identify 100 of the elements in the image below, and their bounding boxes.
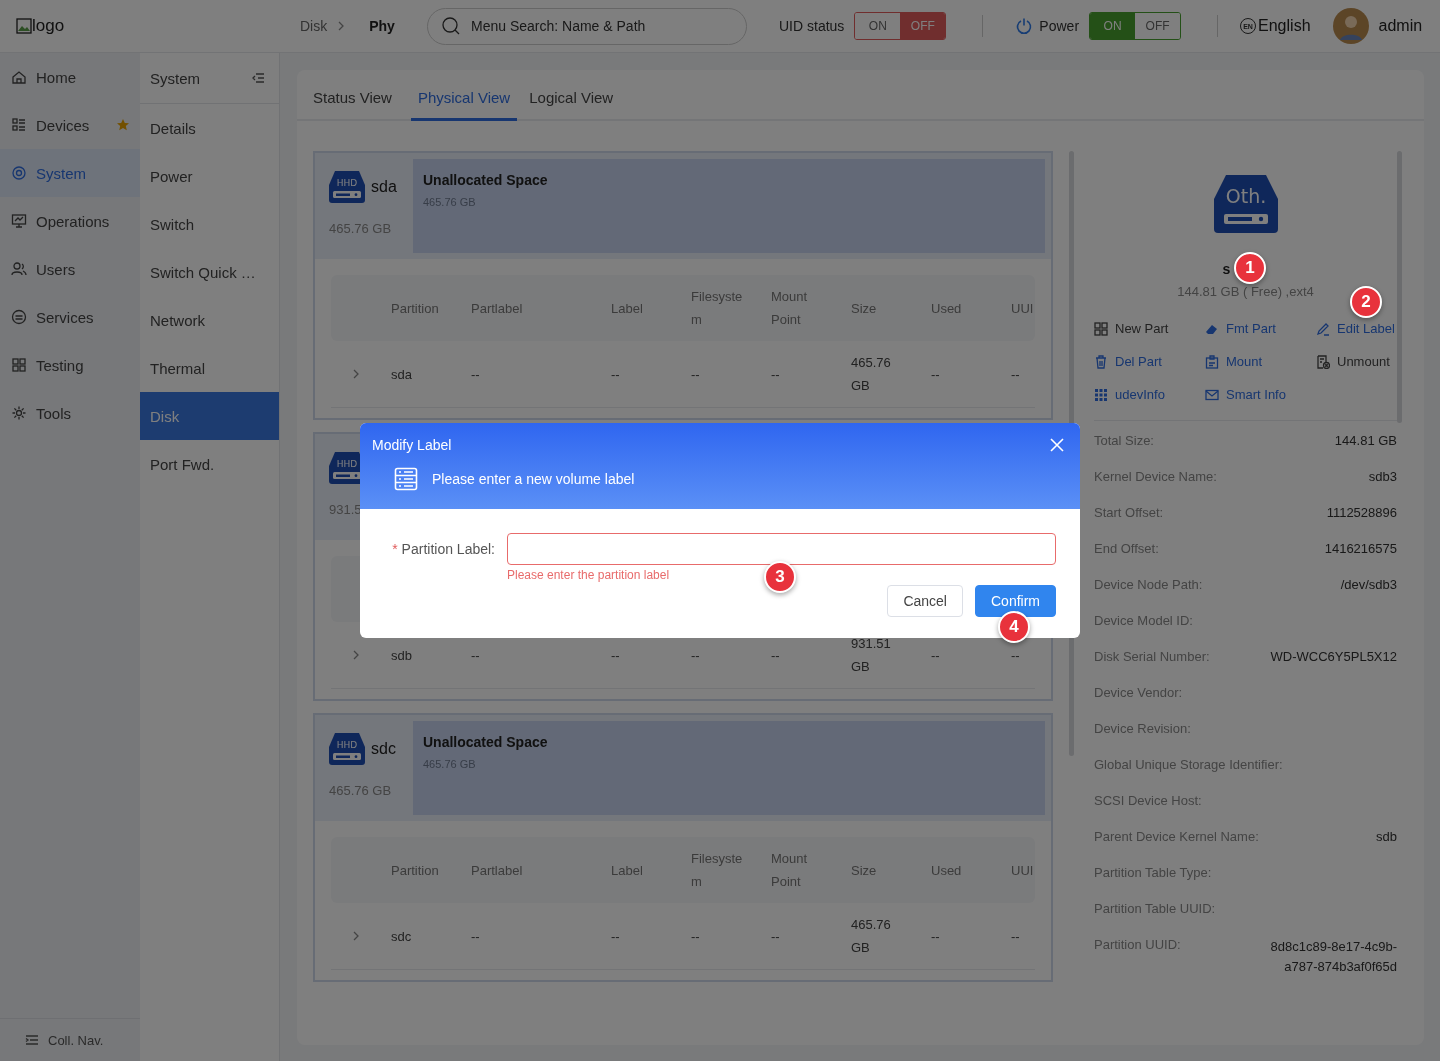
sub-nav-item[interactable]: Port Fwd. <box>140 440 279 488</box>
action-icon <box>1205 387 1219 402</box>
chevron-right-icon <box>337 20 346 32</box>
table-cell-text: 465.76 GB <box>851 916 892 957</box>
column-header: Partlabel <box>471 861 524 880</box>
field-value: sdb <box>1376 829 1397 846</box>
field-label: Kernel Device Name: <box>1094 469 1217 486</box>
power-icon <box>1015 17 1034 35</box>
action-link[interactable]: Smart Info <box>1205 387 1316 402</box>
table-cell-text: -- <box>471 365 481 384</box>
nav-icon <box>11 213 27 229</box>
nav-item[interactable]: Tools <box>0 389 140 437</box>
action-icon <box>1094 321 1108 336</box>
nav-item[interactable]: Devices <box>0 101 140 149</box>
search-field[interactable]: Menu Search: Name & Path <box>427 7 747 45</box>
drive-icon: HHD <box>329 733 365 765</box>
field-value: WD-WCC6Y5PL5X12 <box>1270 649 1397 666</box>
logo-image: logo <box>16 16 300 36</box>
sub-nav-item[interactable]: Network <box>140 296 279 344</box>
chevron-right-icon[interactable] <box>351 650 361 660</box>
field-label: SCSI Device Host: <box>1094 793 1202 810</box>
column-header: UUI <box>1011 861 1035 880</box>
chevron-right-icon[interactable] <box>351 369 361 379</box>
column-header: Partlabel <box>471 299 524 318</box>
modal-title: Modify Label <box>372 437 452 453</box>
language-selector[interactable]: English <box>1258 17 1311 35</box>
column-header: Used <box>931 861 963 880</box>
close-icon[interactable] <box>1050 438 1064 452</box>
breadcrumb-item[interactable]: Disk <box>300 18 328 34</box>
nav-item[interactable]: Users <box>0 245 140 293</box>
nav-item[interactable]: Services <box>0 293 140 341</box>
nav-icon <box>11 405 27 421</box>
table-cell-text: -- <box>1011 646 1021 665</box>
tab[interactable]: Status View <box>313 89 399 121</box>
column-header: Size <box>851 299 878 318</box>
table-cell-text: 931.51 GB <box>851 635 892 676</box>
nav-item[interactable]: Operations <box>0 197 140 245</box>
nav-icon <box>11 165 27 181</box>
nav-item[interactable]: System <box>0 149 140 197</box>
toggle-option[interactable]: OFF <box>900 13 946 39</box>
nav-item[interactable]: Testing <box>0 341 140 389</box>
tab[interactable]: Physical View <box>410 89 518 121</box>
modal-subtitle: Please enter a new volume label <box>432 471 635 487</box>
table-cell-text: -- <box>931 646 941 665</box>
segment-title: Unallocated Space <box>423 172 549 188</box>
menu-icon <box>25 1033 39 1047</box>
action-link[interactable]: Fmt Part <box>1205 321 1316 336</box>
column-header: Label <box>611 299 644 318</box>
field-value: /dev/sdb3 <box>1340 577 1397 594</box>
nav-icon <box>11 69 27 85</box>
section-title: System <box>150 69 200 87</box>
table-cell-text: -- <box>931 365 941 384</box>
field-label: Device Vendor: <box>1094 685 1183 702</box>
column-header: Label <box>611 861 644 880</box>
action-link[interactable]: Edit Label <box>1316 321 1397 336</box>
nav-item[interactable]: Home <box>0 53 140 101</box>
avatar[interactable] <box>1332 8 1369 44</box>
column-header: Mount Point <box>771 288 809 329</box>
action-link[interactable]: udevInfo <box>1094 387 1205 402</box>
partition-summary: 144.81 GB ( Free) ,ext4 <box>1177 283 1314 301</box>
nav-icon <box>11 117 27 133</box>
action-link[interactable]: Mount <box>1205 354 1316 369</box>
field-label: Partition Table Type: <box>1094 865 1212 882</box>
field-label: Partition UUID: <box>1094 937 1181 954</box>
confirm-button[interactable]: Confirm <box>975 585 1056 617</box>
tab[interactable]: Logical View <box>529 89 621 121</box>
collapse-icon[interactable] <box>251 71 265 85</box>
cancel-button[interactable]: Cancel <box>887 585 963 617</box>
disk-name: sda <box>371 178 397 196</box>
field-label: Partition Table UUID: <box>1094 901 1216 918</box>
table-cell-text: -- <box>611 646 621 665</box>
sub-nav-item[interactable]: Details <box>140 104 279 152</box>
sub-nav-item[interactable]: Switch Quick … <box>140 248 279 296</box>
action-icon <box>1205 354 1219 369</box>
drive-icon: HHD <box>329 171 365 203</box>
sub-nav-item[interactable]: Thermal <box>140 344 279 392</box>
user-name[interactable]: admin <box>1378 17 1423 35</box>
table-cell-text: sda <box>391 365 413 384</box>
disk-size: 465.76 GB <box>329 221 393 236</box>
field-value: 8d8c1c89-8e17-4c9b-a787-874b3af0f65d <box>1269 938 1397 976</box>
sub-nav-item[interactable]: Disk <box>140 392 279 440</box>
server-icon <box>394 467 418 491</box>
field-label: Device Model ID: <box>1094 613 1193 630</box>
action-link[interactable]: Del Part <box>1094 354 1205 369</box>
label-input[interactable] <box>507 533 1056 565</box>
field-label: Global Unique Storage Identifier: <box>1094 757 1283 774</box>
table-cell-text: -- <box>1011 927 1021 946</box>
nav-icon <box>11 309 27 325</box>
column-header: Used <box>931 299 963 318</box>
toggle-option[interactable]: ON <box>1090 13 1136 39</box>
column-header: Partition <box>391 299 440 318</box>
sub-nav-item[interactable]: Power <box>140 152 279 200</box>
field-value: 1112528896 <box>1326 505 1397 522</box>
nav-icon <box>11 261 27 277</box>
field-label: Device Revision: <box>1094 721 1191 738</box>
table-cell-text: sdc <box>391 927 413 946</box>
sub-nav-item[interactable]: Switch <box>140 200 279 248</box>
column-header: Partition <box>391 861 440 880</box>
nav-icon <box>11 357 27 373</box>
chevron-right-icon[interactable] <box>351 931 361 941</box>
